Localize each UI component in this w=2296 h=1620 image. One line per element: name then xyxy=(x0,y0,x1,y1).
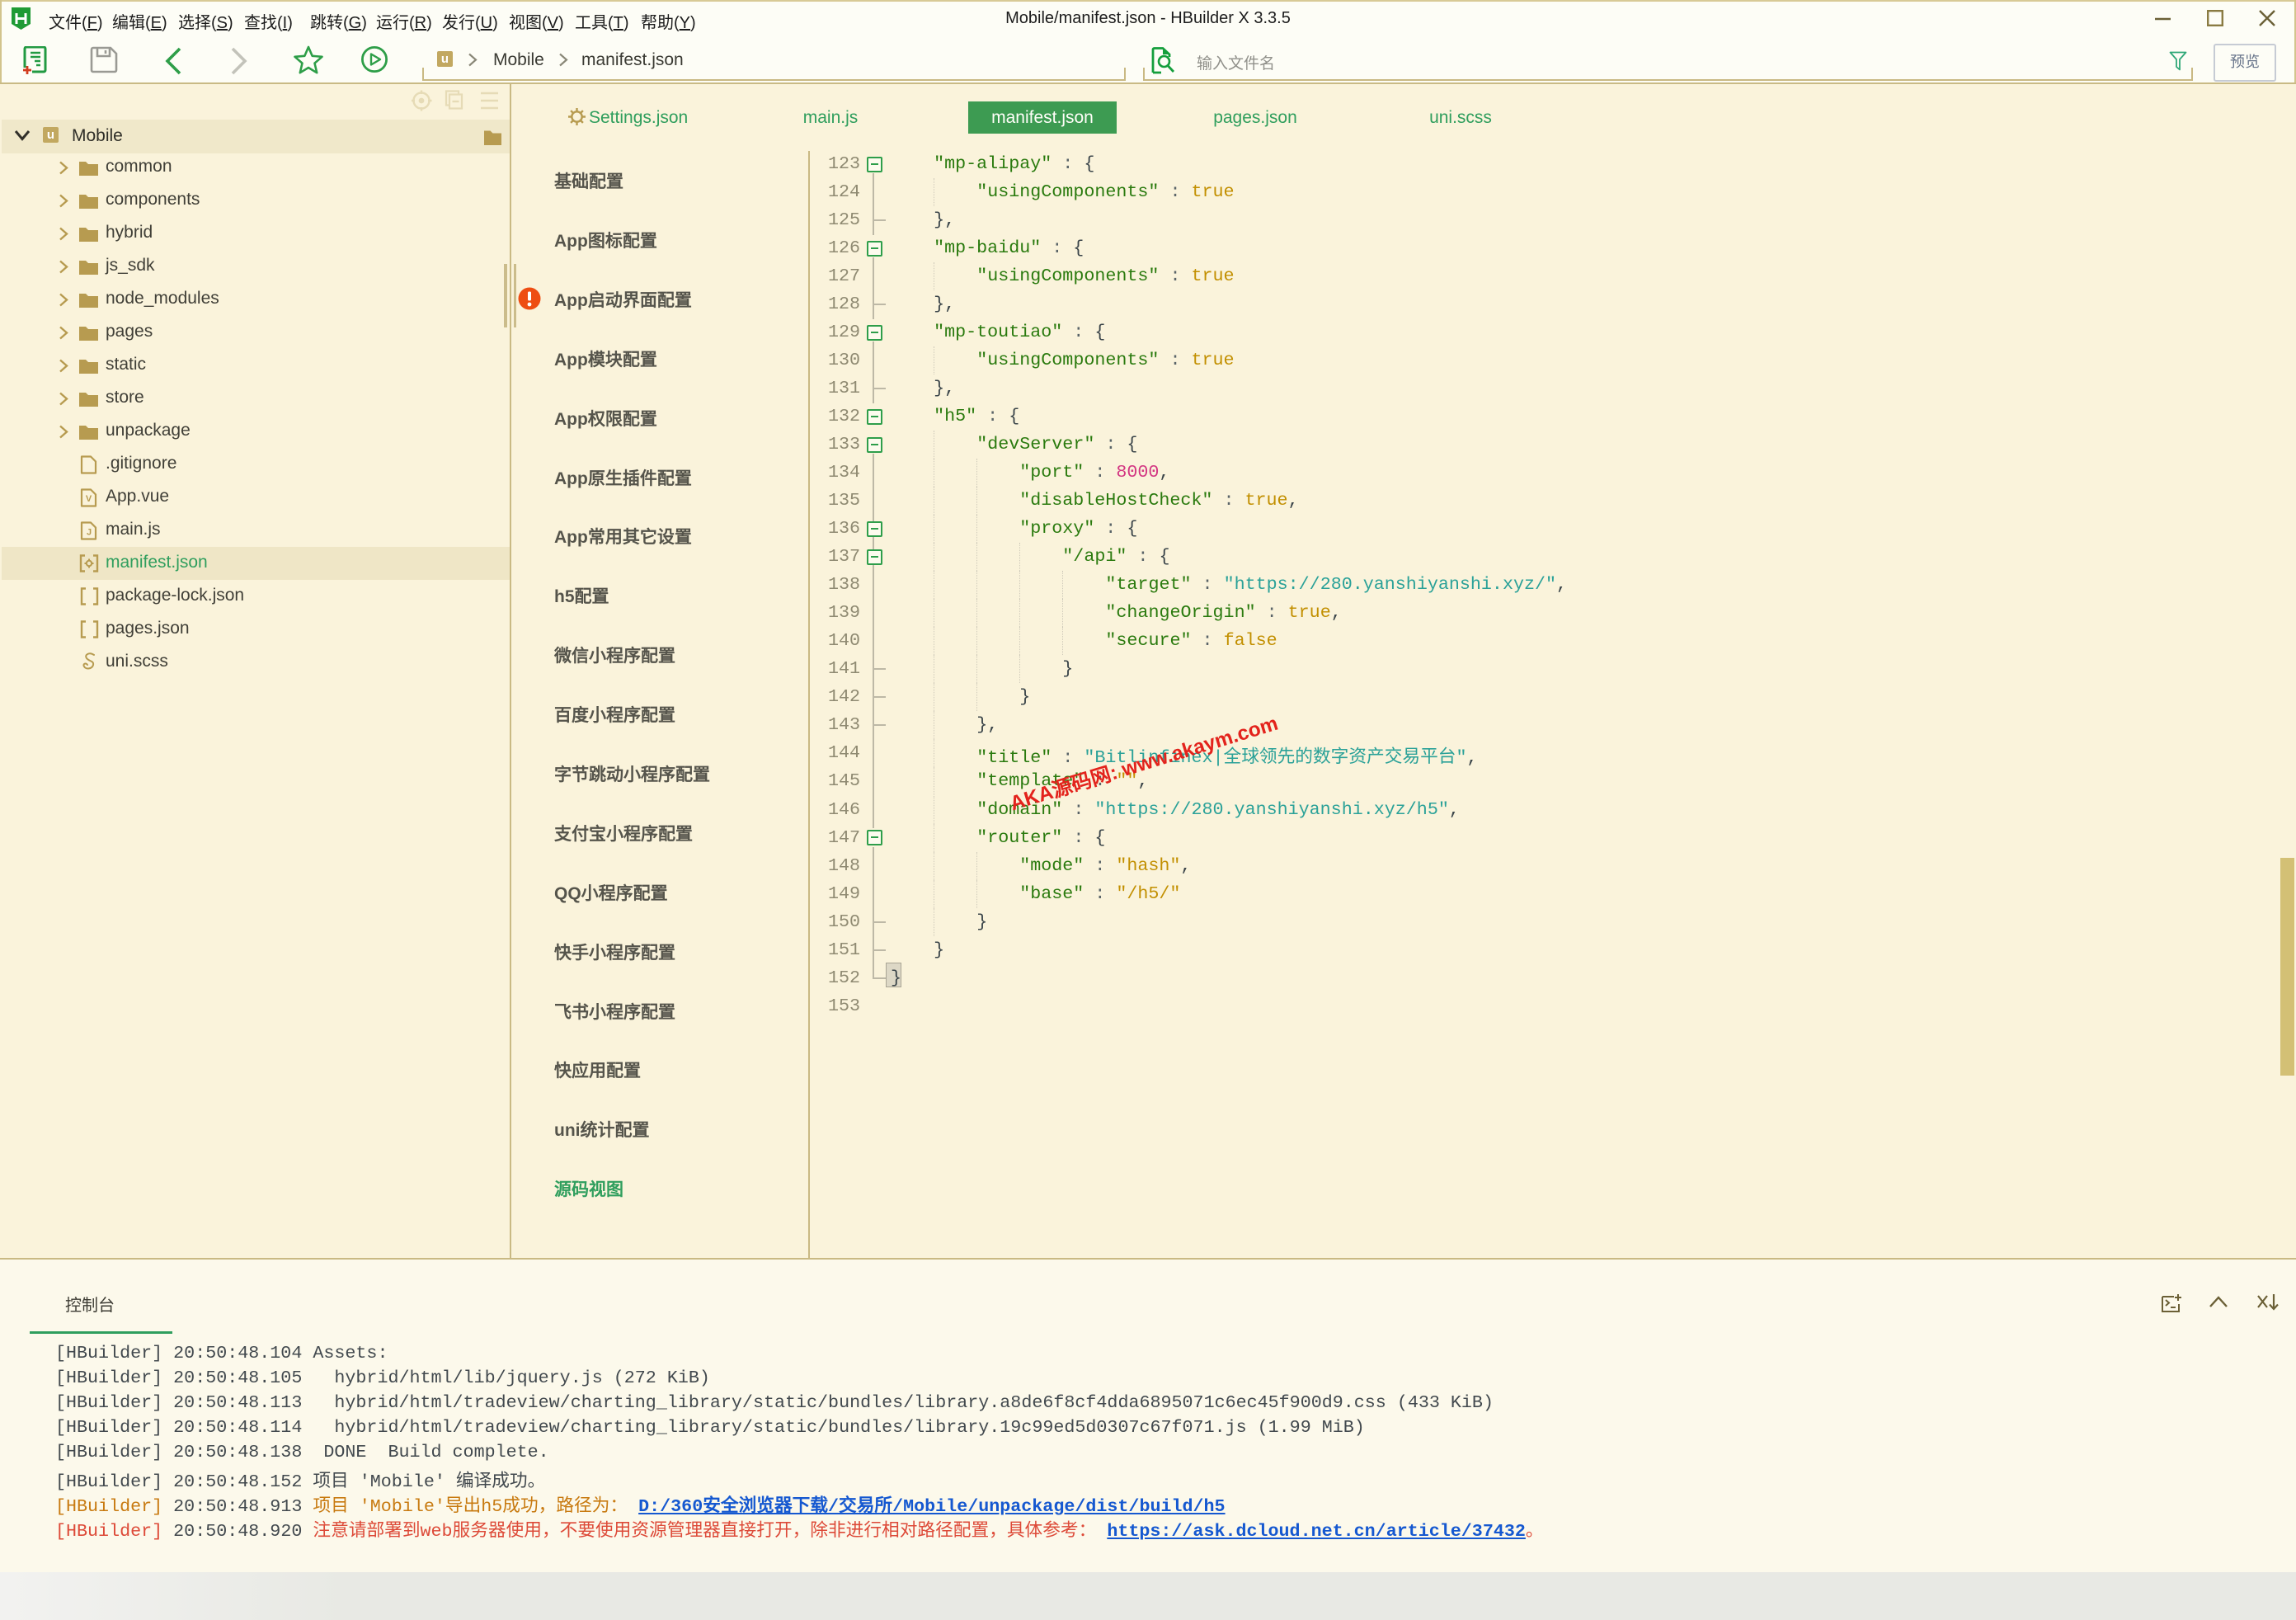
svg-text:V: V xyxy=(86,494,92,504)
svg-text:J: J xyxy=(87,528,92,538)
